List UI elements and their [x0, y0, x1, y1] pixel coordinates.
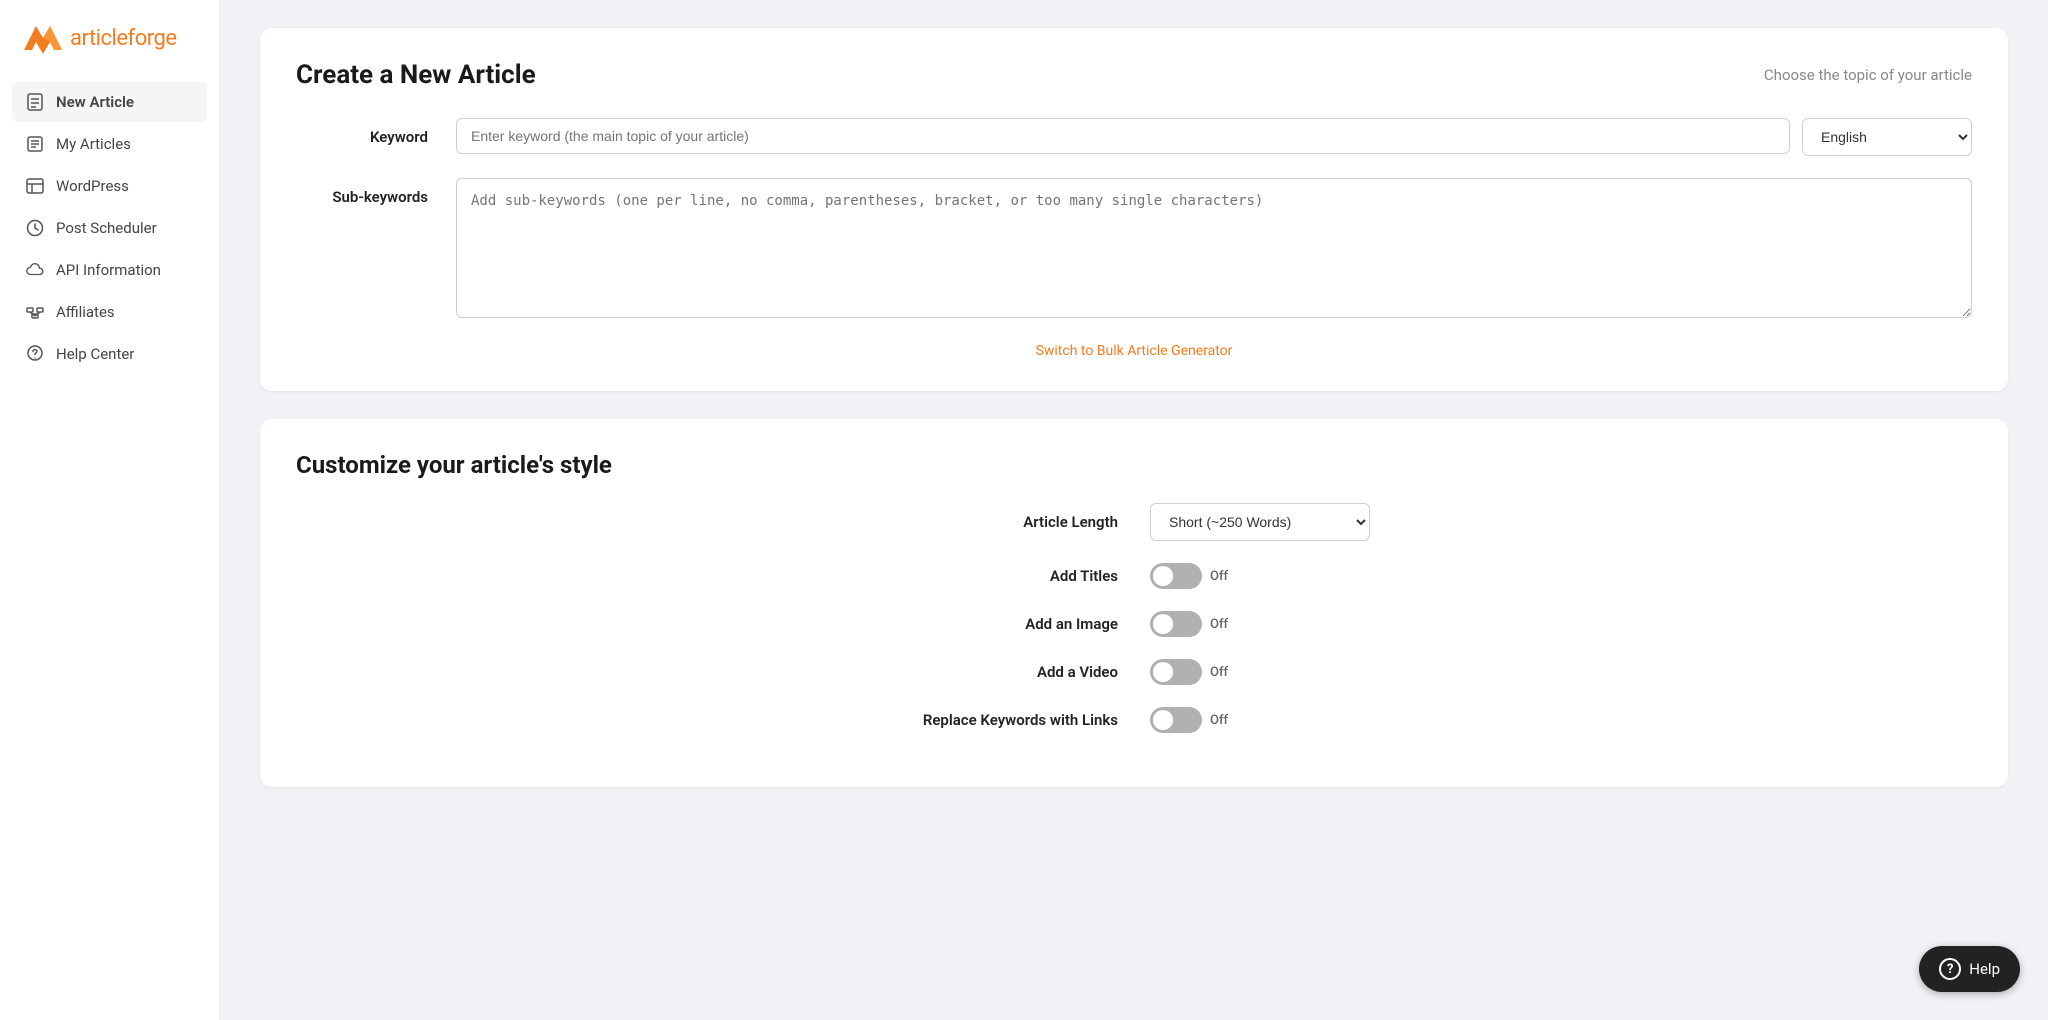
help-label: Help [1969, 960, 2000, 978]
replace-keywords-toggle[interactable] [1150, 707, 1202, 733]
subkeywords-textarea[interactable] [456, 178, 1972, 318]
add-video-row: Add a Video Off [296, 659, 1972, 685]
list-icon [26, 135, 44, 153]
add-video-control: Off [1150, 659, 1370, 685]
sidebar-item-my-articles[interactable]: My Articles [12, 124, 207, 164]
sidebar-item-post-scheduler[interactable]: Post Scheduler [12, 208, 207, 248]
article-length-select[interactable]: Short (~250 Words) Medium (~500 Words) L… [1150, 503, 1370, 541]
document-icon [26, 93, 44, 111]
help-circle-icon: ? [1939, 958, 1961, 980]
sidebar-item-api-information[interactable]: API Information [12, 250, 207, 290]
add-image-control: Off [1150, 611, 1370, 637]
add-titles-state: Off [1210, 569, 1228, 584]
customize-title: Customize your article's style [296, 451, 1972, 479]
add-video-toggle[interactable] [1150, 659, 1202, 685]
nav-items: New Article My Articles WordPress Post S… [0, 82, 219, 374]
switch-bulk-link[interactable]: Switch to Bulk Article Generator [1036, 343, 1233, 359]
wordpress-icon [26, 177, 44, 195]
add-titles-row: Add Titles Off [296, 563, 1972, 589]
main-content: Create a New Article Choose the topic of… [220, 0, 2048, 1020]
replace-keywords-row: Replace Keywords with Links Off [296, 707, 1972, 733]
cloud-icon [26, 261, 44, 279]
logo-icon [24, 22, 62, 54]
sidebar-item-label: Post Scheduler [56, 219, 157, 237]
sidebar-item-new-article[interactable]: New Article [12, 82, 207, 122]
sidebar-item-help-center[interactable]: Help Center [12, 334, 207, 374]
sidebar-item-affiliates[interactable]: Affiliates [12, 292, 207, 332]
subkeywords-controls [456, 178, 1972, 318]
switch-link-area: Switch to Bulk Article Generator [296, 340, 1972, 359]
add-video-label: Add a Video [898, 663, 1118, 681]
add-image-row: Add an Image Off [296, 611, 1972, 637]
sidebar-item-label: API Information [56, 261, 161, 279]
keyword-input[interactable] [456, 118, 1790, 154]
affiliates-icon [26, 303, 44, 321]
article-length-label: Article Length [898, 513, 1118, 531]
replace-keywords-control: Off [1150, 707, 1370, 733]
add-video-state: Off [1210, 665, 1228, 680]
sidebar-item-wordpress[interactable]: WordPress [12, 166, 207, 206]
article-length-control: Short (~250 Words) Medium (~500 Words) L… [1150, 503, 1370, 541]
logo: articleforge [0, 0, 219, 82]
customize-card: Customize your article's style Article L… [260, 419, 2008, 787]
add-titles-label: Add Titles [898, 567, 1118, 585]
logo-text: articleforge [70, 26, 177, 51]
add-titles-control: Off [1150, 563, 1370, 589]
sidebar-item-label: WordPress [56, 177, 129, 195]
add-image-toggle[interactable] [1150, 611, 1202, 637]
sidebar-item-label: Help Center [56, 345, 134, 363]
replace-keywords-state: Off [1210, 713, 1228, 728]
language-select[interactable]: English Spanish French German Italian Po… [1802, 118, 1972, 156]
add-titles-toggle[interactable] [1150, 563, 1202, 589]
help-button[interactable]: ? Help [1919, 946, 2020, 992]
card-title: Create a New Article [296, 60, 536, 90]
create-article-card: Create a New Article Choose the topic of… [260, 28, 2008, 391]
sidebar-item-label: New Article [56, 93, 134, 111]
replace-keywords-label: Replace Keywords with Links [898, 710, 1118, 731]
card-header: Create a New Article Choose the topic of… [296, 60, 1972, 90]
sidebar: articleforge New Article My Articles Wor… [0, 0, 220, 1020]
keyword-label: Keyword [296, 118, 456, 146]
sidebar-item-label: Affiliates [56, 303, 115, 321]
keyword-controls: English Spanish French German Italian Po… [456, 118, 1972, 156]
add-image-label: Add an Image [898, 615, 1118, 633]
keyword-row: Keyword English Spanish French German It… [296, 118, 1972, 156]
add-image-state: Off [1210, 617, 1228, 632]
article-length-row: Article Length Short (~250 Words) Medium… [296, 503, 1972, 541]
sidebar-item-label: My Articles [56, 135, 131, 153]
subkeywords-label: Sub-keywords [296, 178, 456, 206]
clock-icon [26, 219, 44, 237]
card-subtitle: Choose the topic of your article [1764, 66, 1972, 84]
help-center-icon [26, 345, 44, 363]
subkeywords-row: Sub-keywords [296, 178, 1972, 318]
